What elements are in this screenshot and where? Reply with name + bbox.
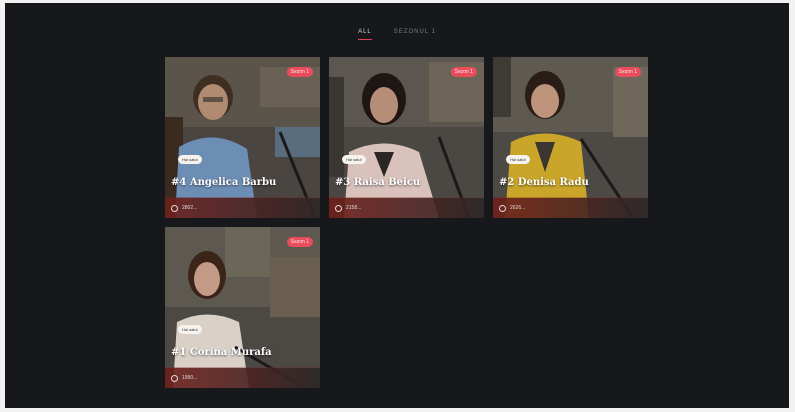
view-count: 2626... — [510, 205, 526, 211]
views-icon — [171, 374, 178, 382]
episode-title: #1 Corina Murafa — [171, 347, 272, 358]
episode-title: #4 Angelica Barbu — [171, 177, 277, 188]
episode-photo — [165, 57, 320, 218]
episode-photo — [329, 57, 484, 218]
episode-meta-bar: 2626... — [493, 198, 648, 218]
episode-meta-bar: 1990... — [165, 368, 320, 388]
tab-sezonul-1[interactable]: SEZONUL 1 — [394, 29, 436, 40]
views-icon — [335, 204, 342, 212]
episode-title: #2 Denisa Radu — [499, 177, 589, 188]
season-badge: Sezon 1 — [286, 67, 313, 77]
episode-photo — [165, 227, 320, 388]
tab-all[interactable]: ALL — [358, 29, 372, 40]
episode-title: #3 Raisa Beicu — [335, 177, 421, 188]
views-icon — [171, 204, 178, 212]
speech-bubble: Hai salut — [178, 155, 202, 164]
episode-meta-bar: 2802... — [165, 198, 320, 218]
season-badge: Sezon 1 — [614, 67, 641, 77]
episode-card[interactable]: Sezon 1 Hai salut #2 Denisa Radu 2626... — [493, 57, 648, 218]
episode-card[interactable]: Sezon 1 Hai salut #4 Angelica Barbu 2802… — [165, 57, 320, 218]
view-count: 2802... — [182, 205, 198, 211]
episode-card[interactable]: Sezon 1 Hai salut #1 Corina Murafa 1990.… — [165, 227, 320, 388]
episode-meta-bar: 2158... — [329, 198, 484, 218]
app-frame: ALL SEZONUL 1 Sezon 1 Hai salut #4 Angel… — [5, 3, 789, 408]
speech-bubble: Hai salut — [506, 155, 530, 164]
episode-photo — [493, 57, 648, 218]
episode-grid: Sezon 1 Hai salut #4 Angelica Barbu 2802… — [165, 57, 648, 388]
speech-bubble: Hai salut — [178, 325, 202, 334]
season-badge: Sezon 1 — [450, 67, 477, 77]
episode-card[interactable]: Sezon 1 Hai salut #3 Raisa Beicu 2158... — [329, 57, 484, 218]
views-icon — [499, 204, 506, 212]
speech-bubble: Hai salut — [342, 155, 366, 164]
view-count: 2158... — [346, 205, 362, 211]
filter-tabs: ALL SEZONUL 1 — [5, 29, 789, 40]
view-count: 1990... — [182, 375, 198, 381]
season-badge: Sezon 1 — [286, 237, 313, 247]
